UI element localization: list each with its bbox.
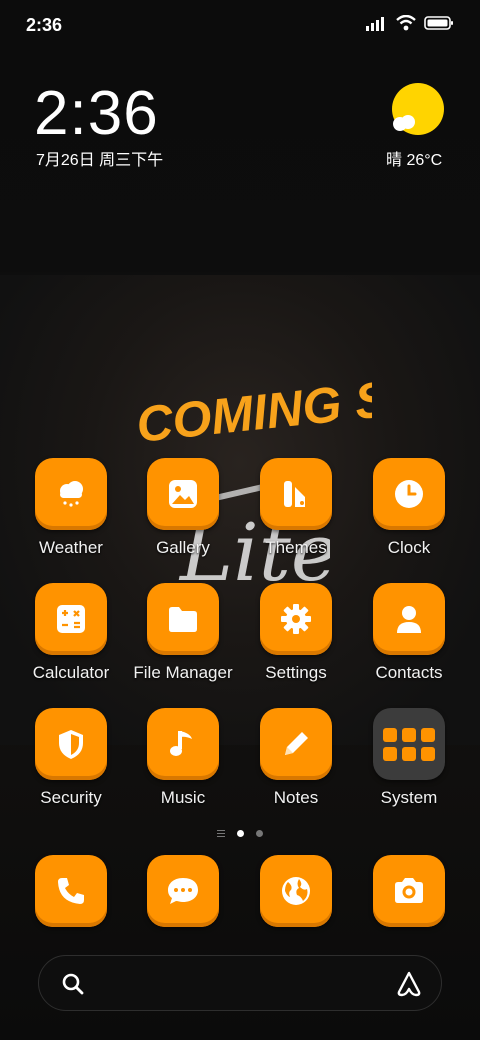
page-dot[interactable] bbox=[256, 830, 263, 837]
battery-icon bbox=[424, 16, 453, 30]
dock-messages[interactable] bbox=[127, 855, 239, 927]
clock-icon[interactable] bbox=[373, 458, 445, 530]
app-security[interactable]: Security bbox=[15, 708, 127, 808]
phone-icon[interactable] bbox=[35, 855, 107, 927]
app-clock[interactable]: Clock bbox=[353, 458, 465, 558]
music-note-icon[interactable] bbox=[147, 708, 219, 780]
status-bar: 2:36 bbox=[0, 0, 480, 50]
app-notes[interactable]: Notes bbox=[240, 708, 352, 808]
status-time: 2:36 bbox=[26, 15, 63, 35]
pencil-icon[interactable] bbox=[260, 708, 332, 780]
wallpaper-headline: COMING SOON bbox=[134, 372, 372, 452]
search-icon[interactable] bbox=[61, 972, 85, 996]
app-label: Security bbox=[40, 788, 102, 807]
app-weather[interactable]: Weather bbox=[15, 458, 127, 558]
clock-widget-date[interactable]: 7月26日 周三下午 bbox=[36, 146, 163, 170]
signal-icon bbox=[366, 17, 384, 31]
svg-text:COMING SOON: COMING SOON bbox=[134, 372, 372, 452]
app-label: Music bbox=[160, 788, 206, 807]
app-label: Notes bbox=[273, 788, 319, 807]
person-icon[interactable] bbox=[373, 583, 445, 655]
app-calculator[interactable]: Calculator bbox=[15, 583, 127, 683]
app-label: Themes bbox=[265, 538, 327, 557]
assistant-icon[interactable] bbox=[395, 970, 423, 998]
app-system-folder[interactable]: System bbox=[353, 708, 465, 808]
shield-icon[interactable] bbox=[35, 708, 107, 780]
clock-widget-time[interactable]: 2:36 bbox=[34, 78, 159, 149]
app-settings[interactable]: Settings bbox=[240, 583, 352, 683]
message-icon[interactable] bbox=[147, 855, 219, 927]
dock-browser[interactable] bbox=[240, 855, 352, 927]
page-indicator[interactable] bbox=[0, 830, 480, 837]
wifi-icon bbox=[396, 15, 416, 31]
weather-icon[interactable] bbox=[35, 458, 107, 530]
app-label: File Manager bbox=[133, 663, 233, 682]
app-themes[interactable]: Themes bbox=[240, 458, 352, 558]
dock-phone[interactable] bbox=[15, 855, 127, 927]
app-music[interactable]: Music bbox=[127, 708, 239, 808]
app-contacts[interactable]: Contacts bbox=[353, 583, 465, 683]
app-file-manager[interactable]: File Manager bbox=[127, 583, 239, 683]
globe-icon[interactable] bbox=[260, 855, 332, 927]
page-dot-current[interactable] bbox=[237, 830, 244, 837]
camera-icon[interactable] bbox=[373, 855, 445, 927]
app-gallery[interactable]: Gallery bbox=[127, 458, 239, 558]
gallery-icon[interactable] bbox=[147, 458, 219, 530]
app-label: Gallery bbox=[156, 538, 210, 557]
folder-icon[interactable] bbox=[147, 583, 219, 655]
weather-widget-text[interactable]: 晴 26°C bbox=[386, 146, 442, 170]
dock-camera[interactable] bbox=[353, 855, 465, 927]
search-bar[interactable] bbox=[38, 955, 442, 1011]
app-label: Contacts bbox=[375, 663, 443, 682]
status-icons bbox=[366, 15, 454, 31]
app-label: Settings bbox=[265, 663, 327, 682]
app-label: System bbox=[380, 788, 438, 807]
app-label: Weather bbox=[39, 538, 103, 557]
folder-grid-icon[interactable] bbox=[373, 708, 445, 780]
cloud-icon bbox=[393, 115, 415, 131]
gear-icon[interactable] bbox=[260, 583, 332, 655]
themes-icon[interactable] bbox=[260, 458, 332, 530]
app-label: Calculator bbox=[32, 663, 110, 682]
app-drawer-indicator[interactable] bbox=[217, 830, 225, 837]
calculator-icon[interactable] bbox=[35, 583, 107, 655]
app-label: Clock bbox=[387, 538, 431, 557]
